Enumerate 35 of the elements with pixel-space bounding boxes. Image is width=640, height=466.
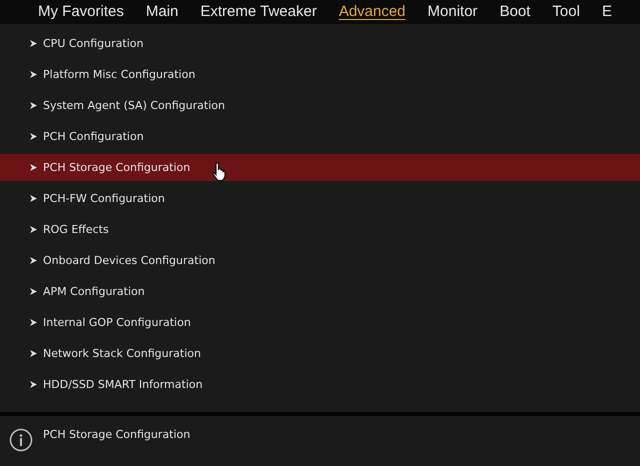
arrow-icon xyxy=(30,102,37,109)
arrow-icon xyxy=(30,381,37,388)
arrow-icon xyxy=(30,40,37,47)
menu-tab[interactable]: E xyxy=(602,2,612,22)
menu-item[interactable]: PCH Storage Configuration xyxy=(0,154,640,181)
menu-item[interactable]: PCH Configuration xyxy=(0,121,640,152)
arrow-icon xyxy=(30,164,37,171)
arrow-icon xyxy=(30,319,37,326)
menu-item[interactable]: ROG Effects xyxy=(0,214,640,245)
arrow-icon xyxy=(30,288,37,295)
menu-item[interactable]: Platform Misc Configuration xyxy=(0,59,640,90)
menu-tab[interactable]: My Favorites xyxy=(38,2,124,22)
hand-cursor-icon xyxy=(212,162,228,182)
arrow-icon xyxy=(30,350,37,357)
menu-item[interactable]: CPU Configuration xyxy=(0,28,640,59)
arrow-icon xyxy=(30,257,37,264)
menu-item[interactable]: PCH-FW Configuration xyxy=(0,183,640,214)
menu-tab[interactable]: Monitor xyxy=(428,2,478,22)
menu-tab[interactable]: Main xyxy=(146,2,178,22)
menu-item[interactable]: APM Configuration xyxy=(0,276,640,307)
menu-item[interactable]: Onboard Devices Configuration xyxy=(0,245,640,276)
arrow-icon xyxy=(30,226,37,233)
menu-item[interactable]: HDD/SSD SMART Information xyxy=(0,369,640,400)
menu-item[interactable]: System Agent (SA) Configuration xyxy=(0,90,640,121)
arrow-icon xyxy=(30,133,37,140)
menu-tab[interactable]: Tool xyxy=(552,2,580,22)
arrow-icon xyxy=(30,71,37,78)
menu-tab[interactable]: Advanced xyxy=(338,2,406,22)
menu-tab[interactable]: Boot xyxy=(500,2,530,22)
info-icon xyxy=(9,428,33,452)
menu-item[interactable]: Network Stack Configuration xyxy=(0,338,640,369)
arrow-icon xyxy=(30,195,37,202)
help-text: PCH Storage Configuration xyxy=(43,428,190,441)
menu-tab[interactable]: Extreme Tweaker xyxy=(200,2,317,22)
menu-item[interactable]: Internal GOP Configuration xyxy=(0,307,640,338)
